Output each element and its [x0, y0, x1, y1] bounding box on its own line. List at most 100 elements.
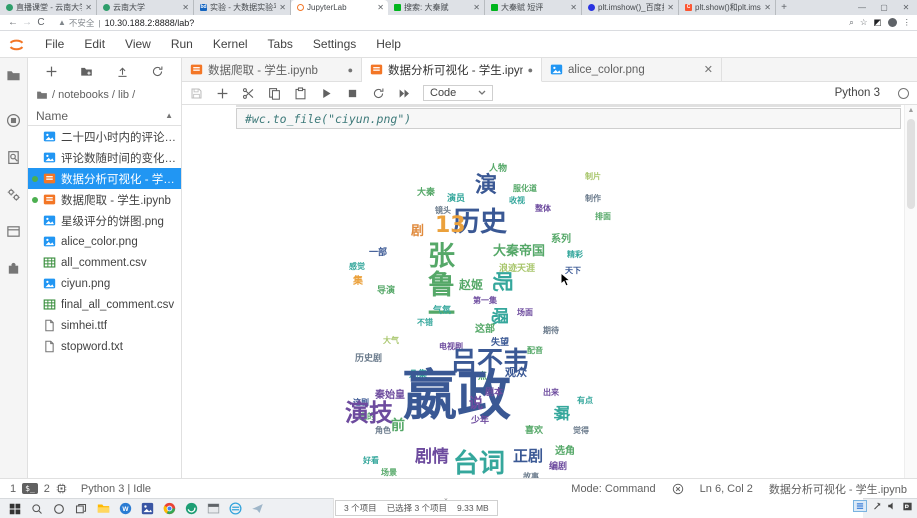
tray-ime-icon[interactable] [902, 501, 913, 512]
active-file-label[interactable]: 数据分析可视化 - 学生.ipynb [769, 481, 907, 497]
inspector-icon[interactable] [6, 187, 21, 202]
running-icon[interactable] [6, 113, 21, 128]
scrollbar-thumb[interactable] [907, 119, 915, 209]
browser-tab[interactable]: 直播课堂 - 云南大学开放平…✕ [0, 0, 97, 15]
task-view-icon[interactable] [70, 500, 92, 518]
menu-tabs[interactable]: Tabs [258, 37, 303, 51]
terminals-count[interactable]: 1 [10, 483, 16, 495]
name-column-header[interactable]: Name [36, 109, 68, 123]
menu-run[interactable]: Run [161, 37, 203, 51]
app-w-icon[interactable]: W [114, 500, 136, 518]
refresh-button[interactable] [151, 65, 164, 78]
cell-type-dropdown[interactable]: Code [423, 85, 493, 101]
browser-tab[interactable]: 搜索: 大秦赋✕ [388, 0, 485, 15]
back-button[interactable]: ← [6, 17, 20, 28]
app-plane-icon[interactable] [246, 500, 268, 518]
avatar[interactable] [888, 18, 897, 27]
browser-tab[interactable]: JupyterLab✕ [291, 0, 388, 15]
internet-explorer-icon[interactable] [224, 500, 246, 518]
menu-view[interactable]: View [115, 37, 161, 51]
browser-tab[interactable]: Cplt.show()和plt.imshow()…✕ [679, 0, 776, 15]
upload-button[interactable] [116, 65, 129, 78]
restart-button[interactable] [372, 87, 385, 100]
file-item[interactable]: 星级评分的饼图.png [28, 210, 181, 231]
run-all-button[interactable] [398, 87, 411, 100]
tab-close-icon[interactable]: ✕ [182, 3, 189, 12]
browser-tab[interactable]: 大秦赋 短评✕ [485, 0, 582, 15]
document-tab[interactable]: 数据分析可视化 - 学生.ipynb● [362, 58, 542, 82]
add-button[interactable] [216, 87, 229, 100]
file-item[interactable]: 二十四小时内的评论… [28, 126, 181, 147]
new-launcher-button[interactable] [45, 65, 58, 78]
zoom-icon[interactable]: ⌕ [849, 17, 854, 28]
notebook-content[interactable]: #wc.to_file("ciyun.png") 人物演服化道演员收视整体镜头制… [182, 105, 917, 478]
address-bar[interactable]: 10.30.188.2:8888/lab? [105, 18, 195, 28]
kernel-name[interactable]: Python 3 [835, 87, 880, 99]
tray-list-icon[interactable] [853, 500, 867, 512]
file-list-header[interactable]: Name ▲ [28, 106, 181, 126]
tab-close-icon[interactable]: ✕ [704, 63, 713, 76]
browser-tab[interactable]: bd实验 - 大数据实验平台✕ [194, 0, 291, 15]
file-item[interactable]: stopword.txt [28, 336, 181, 357]
app-green-icon[interactable] [180, 500, 202, 518]
extensions-icon[interactable] [6, 261, 21, 276]
tab-close-icon[interactable]: ✕ [279, 3, 286, 12]
file-item[interactable]: ciyun.png [28, 273, 181, 294]
forward-button[interactable]: → [20, 17, 34, 28]
code-cell[interactable]: #wc.to_file("ciyun.png") [236, 108, 901, 129]
tabs-icon-icon[interactable] [6, 224, 21, 239]
file-item[interactable]: all_comment.csv [28, 252, 181, 273]
refresh-button[interactable]: C [34, 17, 48, 28]
menu-settings[interactable]: Settings [303, 37, 366, 51]
kernel-status-label[interactable]: Python 3 | Idle [81, 483, 151, 495]
file-item[interactable]: 评论数随时间的变化… [28, 147, 181, 168]
tab-close-icon[interactable]: ✕ [473, 3, 480, 12]
menu-file[interactable]: File [35, 37, 74, 51]
cortana-icon[interactable] [48, 500, 70, 518]
kernels-count[interactable]: 2 [44, 483, 50, 495]
document-tab[interactable]: 数据爬取 - 学生.ipynb● [182, 58, 362, 81]
file-item[interactable]: alice_color.png [28, 231, 181, 252]
cell-source[interactable]: #wc.to_file("ciyun.png") [245, 112, 411, 126]
star-icon[interactable]: ☆ [860, 17, 868, 28]
tray-volume-icon[interactable] [887, 501, 897, 511]
menu-edit[interactable]: Edit [74, 37, 115, 51]
new-folder-button[interactable] [80, 65, 93, 78]
cursor-position-label[interactable]: Ln 6, Col 2 [700, 483, 753, 495]
browser-tab[interactable]: plt.imshow()_百度搜索✕ [582, 0, 679, 15]
menu-kernel[interactable]: Kernel [203, 37, 258, 51]
browser-tab[interactable]: 云南大学✕ [97, 0, 194, 15]
app-media-icon[interactable] [136, 500, 158, 518]
cut-button[interactable] [242, 87, 255, 100]
new-tab-button[interactable]: + [776, 0, 792, 15]
tab-close-icon[interactable]: ✕ [570, 3, 577, 12]
extension-icon[interactable]: ◩ [873, 17, 881, 28]
copy-button[interactable] [268, 87, 281, 100]
stop-button[interactable] [346, 87, 359, 100]
file-item[interactable]: 数据分析可视化 - 学… [28, 168, 181, 189]
minimize-button[interactable]: — [851, 0, 873, 15]
tab-close-icon[interactable]: ✕ [667, 3, 674, 12]
tab-close-icon[interactable]: ✕ [377, 3, 384, 12]
paste-button[interactable] [294, 87, 307, 100]
file-item[interactable]: 数据爬取 - 学生.ipynb [28, 189, 181, 210]
tray-pin-icon[interactable] [872, 501, 882, 511]
save-button[interactable] [190, 87, 203, 100]
breadcrumb[interactable]: / notebooks / lib / [28, 84, 181, 106]
kebab-menu-icon[interactable]: ⋮ [903, 17, 912, 28]
file-explorer-icon[interactable] [92, 500, 114, 518]
app-window-icon[interactable] [202, 500, 224, 518]
scroll-up-icon[interactable]: ▲ [905, 105, 917, 114]
menu-help[interactable]: Help [366, 37, 411, 51]
notification-icon[interactable] [672, 483, 684, 495]
run-button[interactable] [320, 87, 333, 100]
scrollbar[interactable]: ▲ [904, 105, 917, 478]
chrome-icon[interactable] [158, 500, 180, 518]
file-item[interactable]: final_all_comment.csv [28, 294, 181, 315]
files-icon[interactable] [6, 68, 21, 83]
tab-close-icon[interactable]: ✕ [764, 3, 771, 12]
close-button[interactable]: ✕ [895, 0, 917, 15]
tab-close-icon[interactable]: ✕ [85, 3, 92, 12]
file-item[interactable]: simhei.ttf [28, 315, 181, 336]
maximize-button[interactable]: ▢ [873, 0, 895, 15]
